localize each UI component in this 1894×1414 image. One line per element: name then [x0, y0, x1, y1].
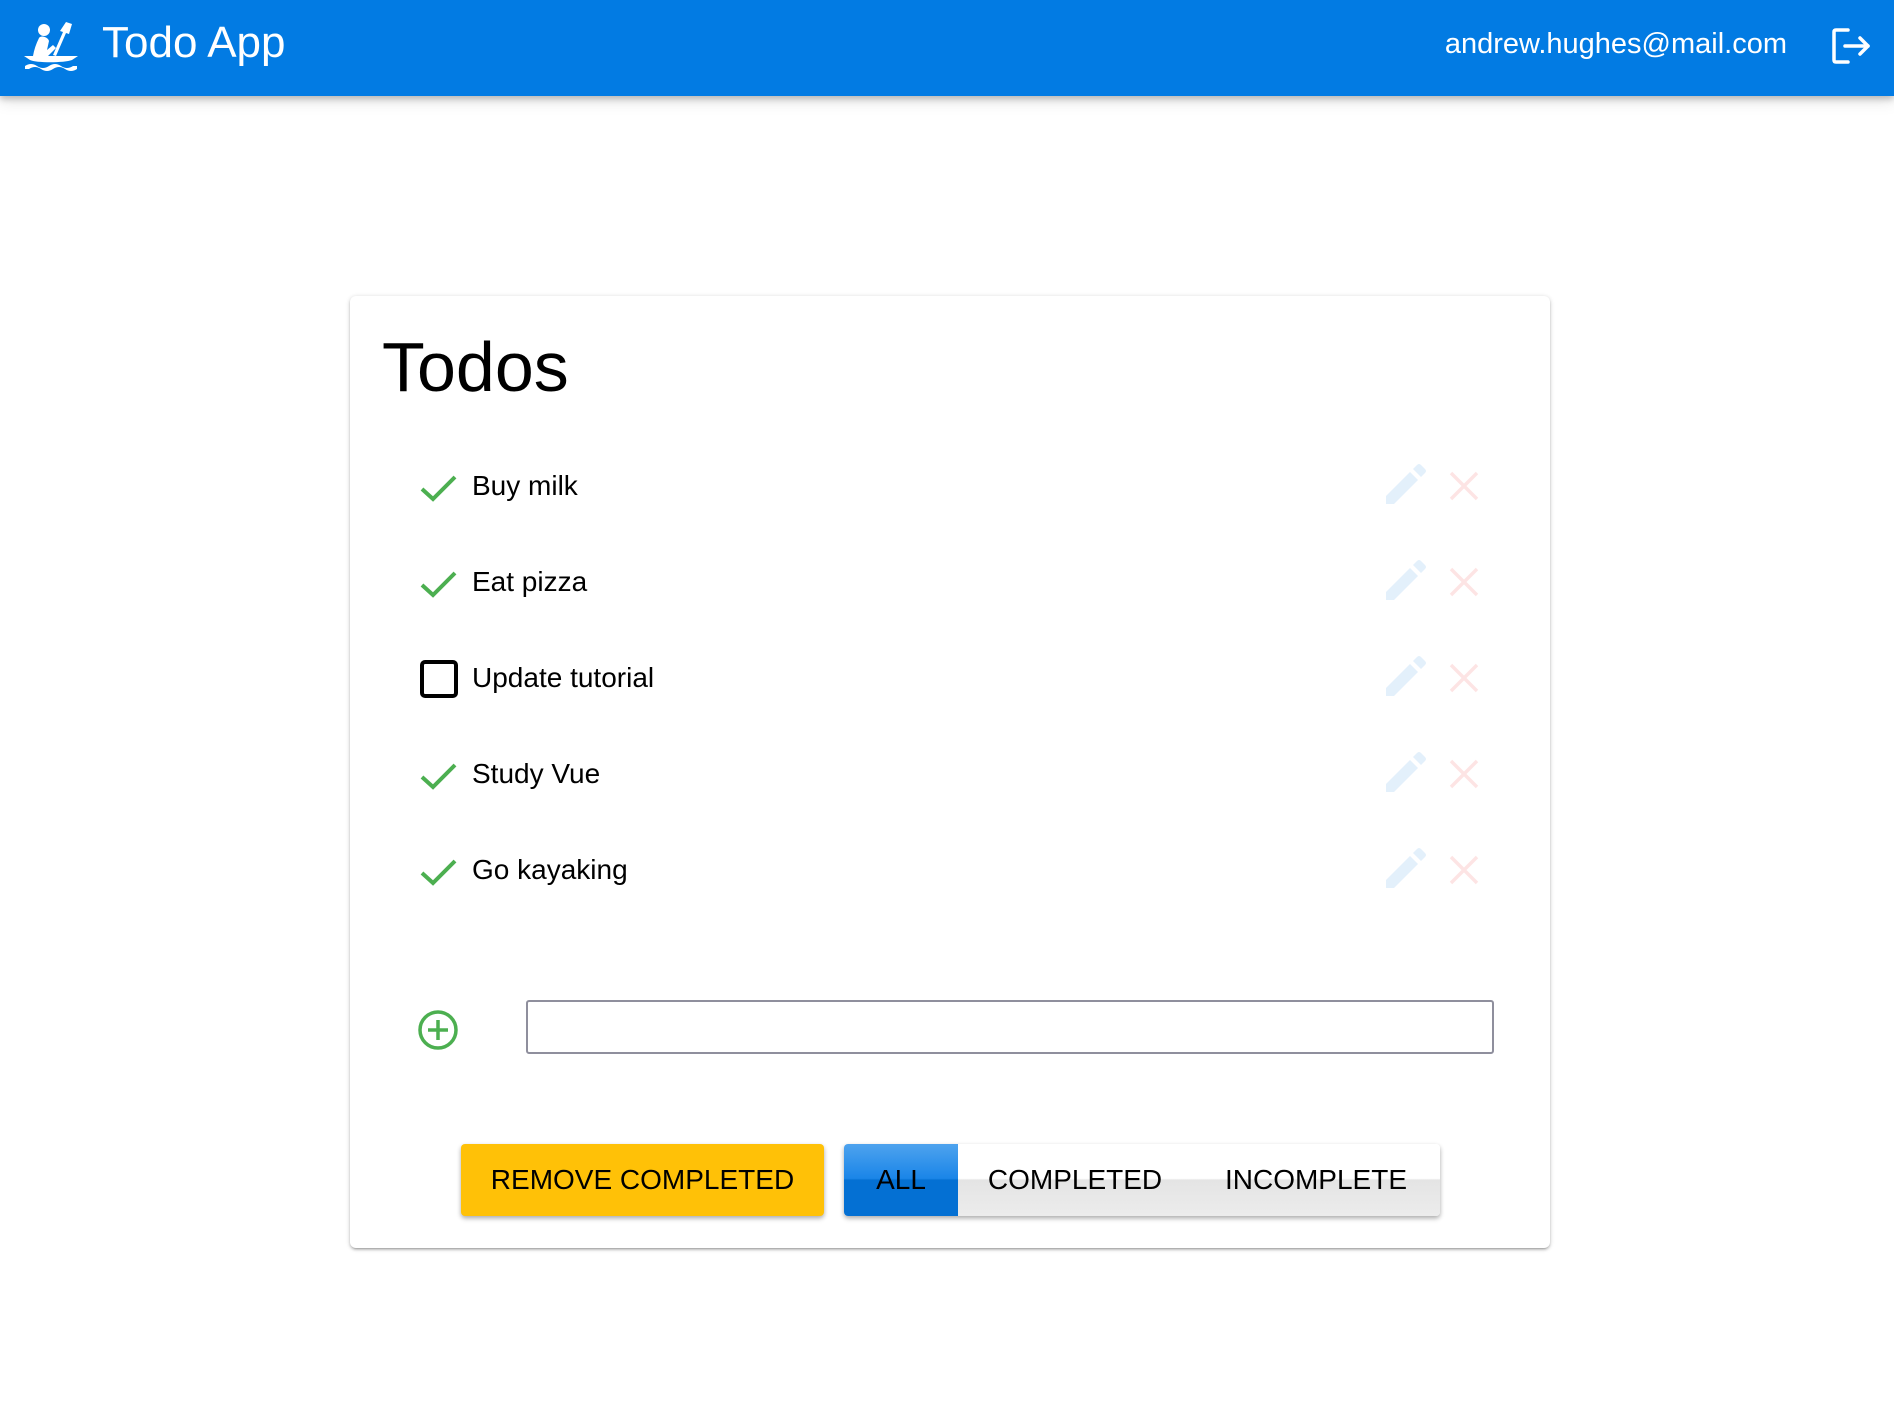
- pencil-icon[interactable]: [1380, 558, 1428, 606]
- todo-text: Study Vue: [472, 758, 601, 789]
- filter-all-button[interactable]: ALL: [844, 1144, 958, 1216]
- check-icon[interactable]: [418, 466, 460, 508]
- close-icon[interactable]: [1440, 462, 1488, 510]
- todos-card: Todos Buy milk Eat pizza Update tutorial St…: [350, 296, 1550, 1248]
- todo-item: Update tutorial: [350, 638, 1550, 734]
- kayaking-icon: [24, 22, 78, 71]
- filter-incomplete-button[interactable]: INCOMPLETE: [1192, 1144, 1440, 1216]
- pencil-icon[interactable]: [1380, 462, 1428, 510]
- filter-toggle-group: ALL COMPLETED INCOMPLETE: [844, 1144, 1440, 1216]
- action-bar: REMOVE COMPLETED ALL COMPLETED INCOMPLET…: [350, 1144, 1550, 1216]
- add-circle-icon[interactable]: [416, 1008, 460, 1052]
- app-header: Todo App andrew.hughes@mail.com: [0, 0, 1894, 96]
- checkbox-empty-icon[interactable]: [418, 658, 460, 700]
- remove-completed-button[interactable]: REMOVE COMPLETED: [461, 1144, 824, 1216]
- todo-text: Buy milk: [472, 470, 578, 501]
- app-title: Todo App: [102, 18, 286, 67]
- user-email: andrew.hughes@mail.com: [1444, 28, 1787, 60]
- close-icon[interactable]: [1440, 846, 1488, 894]
- close-icon[interactable]: [1440, 750, 1488, 798]
- page-title: Todos: [382, 328, 569, 406]
- todo-item: Eat pizza: [350, 542, 1550, 638]
- todo-item: Study Vue: [350, 734, 1550, 830]
- close-icon[interactable]: [1440, 558, 1488, 606]
- check-icon[interactable]: [418, 850, 460, 892]
- add-todo-row: [350, 1000, 1550, 1060]
- todo-text: Update tutorial: [472, 662, 655, 693]
- pencil-icon[interactable]: [1380, 654, 1428, 702]
- check-icon[interactable]: [418, 754, 460, 796]
- pencil-icon[interactable]: [1380, 750, 1428, 798]
- todo-item: Go kayaking: [350, 830, 1550, 926]
- new-todo-input[interactable]: [526, 1000, 1494, 1054]
- filter-completed-button[interactable]: COMPLETED: [958, 1144, 1192, 1216]
- pencil-icon[interactable]: [1380, 846, 1428, 894]
- logout-icon[interactable]: [1830, 24, 1874, 68]
- todo-text: Go kayaking: [472, 854, 628, 885]
- todo-item: Buy milk: [350, 446, 1550, 542]
- todo-list: Buy milk Eat pizza Update tutorial Study Vu…: [350, 446, 1550, 926]
- close-icon[interactable]: [1440, 654, 1488, 702]
- todo-text: Eat pizza: [472, 566, 588, 597]
- check-icon[interactable]: [418, 562, 460, 604]
